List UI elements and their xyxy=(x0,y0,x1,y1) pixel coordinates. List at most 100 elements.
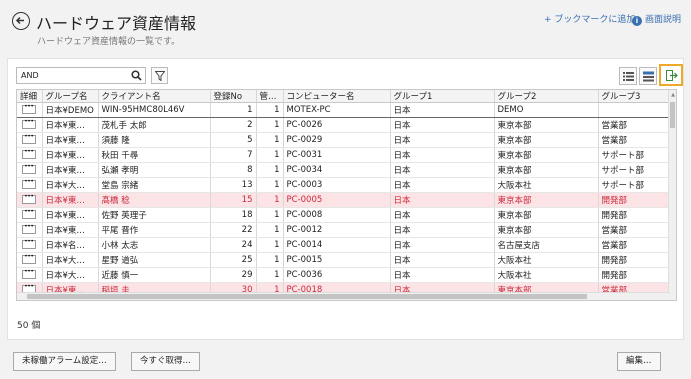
cell-group3: 開発部 xyxy=(598,267,671,283)
detail-button[interactable] xyxy=(22,208,37,219)
cell-registration-no: 22 xyxy=(210,222,257,238)
cell-client-name: 須藤 隆 xyxy=(98,132,211,148)
table-row[interactable]: 日本¥大…近藤 慎一291PC-0036日本大阪本社開発部 xyxy=(17,267,671,283)
table-row[interactable]: 日本¥東…平尾 晋作221PC-0012日本東京本部営業部 xyxy=(17,222,671,238)
cell-group1: 日本 xyxy=(390,222,495,238)
fetch-now-button[interactable]: 今すぐ取得… xyxy=(131,352,201,371)
detail-button[interactable] xyxy=(22,148,37,159)
cell-group1: 日本 xyxy=(390,102,495,118)
cell-group1: 日本 xyxy=(390,147,495,163)
column-header-group-name[interactable]: グループ名 xyxy=(42,90,99,103)
cell-group1: 日本 xyxy=(390,252,495,268)
cell-registration-no: 8 xyxy=(210,162,257,178)
horizontal-scroll-thumb[interactable] xyxy=(27,294,587,299)
filter-icon xyxy=(155,71,165,81)
cell-group3: 営業部 xyxy=(598,117,671,133)
cell-group-name: 日本¥東… xyxy=(42,132,99,148)
detail-view-button[interactable] xyxy=(639,67,657,85)
detail-button[interactable] xyxy=(22,118,37,129)
detail-button[interactable] xyxy=(22,193,37,204)
cell-computer-name: PC-0015 xyxy=(283,252,391,268)
column-header-computer-name[interactable]: コンピューター名 xyxy=(283,90,391,103)
scroll-up-icon[interactable]: ▲ xyxy=(669,90,676,100)
cell-group1: 日本 xyxy=(390,177,495,193)
table-row[interactable]: 日本¥東…茂札手 太郎21PC-0026日本東京本部営業部 xyxy=(17,117,671,133)
column-header-detail[interactable]: 詳細 xyxy=(17,90,43,103)
cell-group-name: 日本¥東… xyxy=(42,117,99,133)
cell-detail xyxy=(17,177,43,193)
cell-detail xyxy=(17,237,43,253)
cell-registration-no: 18 xyxy=(210,207,257,223)
edit-button[interactable]: 編集… xyxy=(617,352,661,371)
cell-group3 xyxy=(598,102,671,118)
cell-managed: 1 xyxy=(256,267,284,283)
export-button[interactable] xyxy=(659,64,683,86)
column-header-registration-no[interactable]: 登録No xyxy=(210,90,257,103)
detail-view-icon xyxy=(643,71,654,82)
search-box xyxy=(16,67,146,84)
detail-button[interactable] xyxy=(22,133,37,144)
page-title: ハードウェア資産情報 xyxy=(36,14,197,33)
cell-group3: サポート部 xyxy=(598,147,671,163)
cell-group1: 日本 xyxy=(390,267,495,283)
cell-computer-name: PC-0008 xyxy=(283,207,391,223)
table-row[interactable]: 日本¥東…髙橋 稔151PC-0005日本東京本部開発部 xyxy=(17,192,671,208)
vertical-scrollbar[interactable]: ▲ xyxy=(668,90,676,300)
cell-detail xyxy=(17,267,43,283)
help-label: 画面説明 xyxy=(645,15,682,25)
cell-computer-name: PC-0031 xyxy=(283,147,391,163)
horizontal-scrollbar[interactable] xyxy=(17,292,670,300)
vertical-scroll-thumb[interactable] xyxy=(670,102,675,128)
inactive-alarm-settings-button[interactable]: 未稼働アラーム設定… xyxy=(13,352,116,371)
cell-detail xyxy=(17,147,43,163)
table-row[interactable]: 日本¥大…堂島 宗緒131PC-0003日本大阪本社サポート部 xyxy=(17,177,671,193)
table-row[interactable]: 日本¥東…弘瀬 孝明81PC-0034日本東京本部サポート部 xyxy=(17,162,671,178)
table-row[interactable]: 日本¥東…佐野 英理子181PC-0008日本東京本部開発部 xyxy=(17,207,671,223)
cell-group-name: 日本¥DEMO xyxy=(42,102,99,118)
detail-button[interactable] xyxy=(22,253,37,264)
cell-managed: 1 xyxy=(256,132,284,148)
detail-button[interactable] xyxy=(22,223,37,234)
column-header-client-name[interactable]: クライアント名 xyxy=(98,90,211,103)
cell-group-name: 日本¥大… xyxy=(42,177,99,193)
cell-detail xyxy=(17,102,43,118)
detail-button[interactable] xyxy=(22,268,37,279)
table-row[interactable]: 日本¥東…須藤 隆51PC-0029日本東京本部営業部 xyxy=(17,132,671,148)
cell-computer-name: MOTEX-PC xyxy=(283,102,391,118)
column-header-group2[interactable]: グループ2 xyxy=(494,90,599,103)
cell-group2: 東京本部 xyxy=(494,222,599,238)
list-view-button[interactable] xyxy=(619,67,637,85)
cell-computer-name: PC-0012 xyxy=(283,222,391,238)
table-row[interactable]: 日本¥DEMOWIN-95HMC80L46V11MOTEX-PC日本DEMO xyxy=(17,102,671,118)
cell-client-name: 髙橋 稔 xyxy=(98,192,211,208)
cell-client-name: 近藤 慎一 xyxy=(98,267,211,283)
search-input[interactable] xyxy=(17,68,127,83)
table-row[interactable]: 日本¥名…小林 太志241PC-0014日本名古屋支店営業部 xyxy=(17,237,671,253)
back-button[interactable] xyxy=(12,12,30,30)
screen-help-link[interactable]: i 画面説明 xyxy=(632,12,681,26)
record-count: 50 個 xyxy=(17,321,41,331)
filter-button[interactable] xyxy=(151,67,168,84)
cell-computer-name: PC-0034 xyxy=(283,162,391,178)
table-header-row: 詳細 グループ名 クライアント名 登録No 管… コンピューター名 グループ1 … xyxy=(17,90,671,103)
column-header-group3[interactable]: グループ3 xyxy=(598,90,671,103)
cell-computer-name: PC-0003 xyxy=(283,177,391,193)
column-header-group1[interactable]: グループ1 xyxy=(390,90,495,103)
add-bookmark-link[interactable]: + ブックマークに追加 xyxy=(544,12,635,25)
detail-button[interactable] xyxy=(22,104,37,114)
cell-computer-name: PC-0014 xyxy=(283,237,391,253)
search-icon[interactable] xyxy=(131,70,142,81)
detail-button[interactable] xyxy=(22,178,37,189)
cell-client-name: 秋田 千尋 xyxy=(98,147,211,163)
info-icon: i xyxy=(632,16,642,26)
column-header-managed[interactable]: 管… xyxy=(256,90,284,103)
cell-group-name: 日本¥東… xyxy=(42,162,99,178)
cell-group2: 大阪本社 xyxy=(494,252,599,268)
table-row[interactable]: 日本¥大…星野 道弘251PC-0015日本大阪本社開発部 xyxy=(17,252,671,268)
detail-button[interactable] xyxy=(22,163,37,174)
cell-client-name: 佐野 英理子 xyxy=(98,207,211,223)
cell-managed: 1 xyxy=(256,117,284,133)
table-row[interactable]: 日本¥東…秋田 千尋71PC-0031日本東京本部サポート部 xyxy=(17,147,671,163)
detail-button[interactable] xyxy=(22,238,37,249)
cell-registration-no: 13 xyxy=(210,177,257,193)
